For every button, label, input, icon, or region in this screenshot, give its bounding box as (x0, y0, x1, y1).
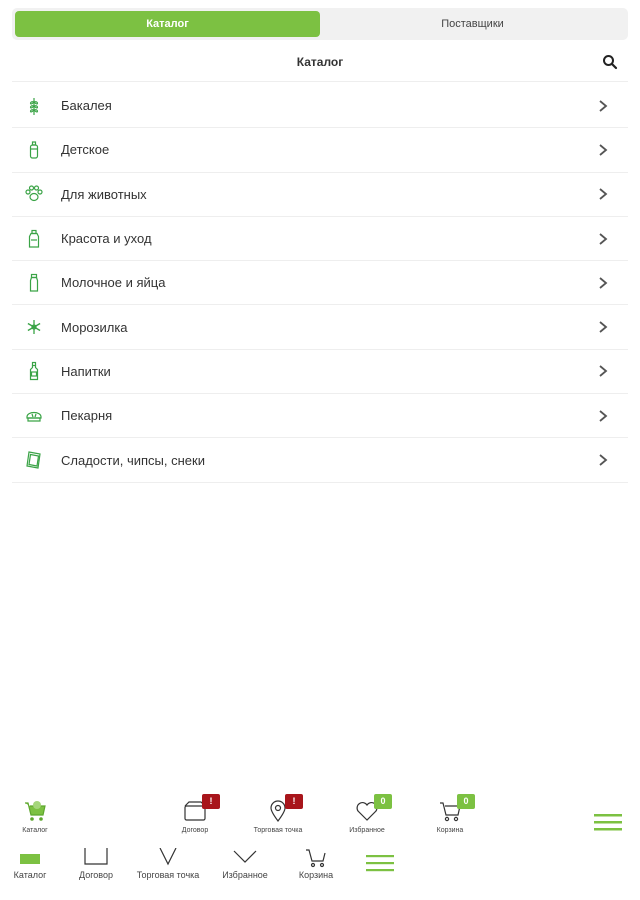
category-item-grocery[interactable]: Бакалея (12, 84, 628, 129)
ghost-nav-catalog[interactable]: Каталог (0, 848, 65, 880)
chevron-right-icon (599, 277, 608, 289)
category-item-freezer[interactable]: Морозилка (12, 305, 628, 350)
category-label: Бакалея (61, 98, 112, 114)
cart-icon: 0 (437, 794, 475, 824)
chevron-right-icon (599, 232, 608, 245)
category-label: Для животных (61, 186, 147, 202)
nav-label: Торговая точка (136, 870, 200, 880)
category-item-drinks[interactable]: Напитки (12, 350, 628, 395)
search-icon[interactable] (602, 54, 618, 70)
chevron-right-icon (599, 454, 608, 466)
nav-label: Каталог (22, 827, 48, 834)
hamburger-menu-icon[interactable] (594, 812, 622, 832)
contract-badge: ! (202, 794, 220, 809)
favorites-badge: 0 (374, 794, 392, 809)
category-label: Сладости, чипсы, снеки (61, 452, 205, 468)
category-label: Красота и уход (61, 231, 152, 247)
category-item-beauty[interactable]: Красота и уход (12, 217, 628, 262)
category-item-bakery[interactable]: Пекарня (12, 394, 628, 439)
cart-icon (304, 848, 328, 868)
nav-label: Корзина (298, 870, 334, 880)
category-item-dairy[interactable]: Молочное и яйца (12, 261, 628, 306)
category-label: Пекарня (61, 408, 113, 424)
milk-bottle-icon (24, 273, 44, 293)
segmented-control: Каталог Поставщики (12, 8, 628, 40)
nav-contract[interactable]: ! Договор (160, 790, 230, 846)
catalog-cart-icon (18, 848, 42, 868)
page-title: Каталог (296, 55, 344, 69)
nav-trade-point[interactable]: ! Торговая точка (243, 790, 313, 846)
contract-icon: ! (182, 794, 220, 824)
snack-pack-icon (24, 450, 44, 470)
secondary-navigation: Каталог Договор Торговая точка Избранное… (0, 848, 640, 900)
category-list: Бакалея Детское Для животных Красота и у… (12, 84, 628, 483)
nav-cart[interactable]: 0 Корзина (415, 790, 485, 846)
chevron-right-icon (599, 321, 608, 333)
chevron-right-icon (599, 365, 608, 378)
cosmetics-bottle-icon (24, 229, 44, 249)
drink-bottle-icon (24, 361, 44, 381)
nav-label: Каталог (13, 870, 47, 880)
catalog-cart-icon (22, 798, 48, 824)
bottom-navigation: Каталог ! Договор ! Торговая точка 0 Изб… (0, 790, 640, 846)
chevron-right-icon (599, 144, 608, 156)
hamburger-menu-icon[interactable] (366, 854, 394, 872)
nav-label: Корзина (436, 827, 464, 834)
category-item-sweets[interactable]: Сладости, чипсы, снеки (12, 438, 628, 483)
ghost-nav-cart[interactable]: Корзина (281, 848, 351, 880)
nav-favorites[interactable]: 0 Избранное (332, 790, 402, 846)
chevron-right-icon (599, 99, 608, 112)
category-item-pets[interactable]: Для животных (12, 173, 628, 217)
category-label: Морозилка (61, 319, 128, 335)
location-pin-icon: ! (265, 794, 303, 824)
catalog-header: Каталог (12, 42, 628, 82)
chevron-right-icon (599, 188, 608, 200)
location-pin-icon (156, 848, 180, 868)
tab-suppliers[interactable]: Поставщики (320, 11, 625, 37)
category-label: Детское (61, 142, 110, 158)
bread-icon (24, 406, 44, 426)
ghost-nav-trade-point[interactable]: Торговая точка (133, 848, 203, 880)
contract-icon (84, 848, 108, 868)
tab-catalog[interactable]: Каталог (15, 11, 320, 37)
chevron-right-icon (599, 410, 608, 422)
category-label: Напитки (61, 363, 111, 379)
heart-icon (233, 848, 257, 868)
nav-label: Торговая точка (253, 827, 303, 834)
ghost-nav-favorites[interactable]: Избранное (210, 848, 280, 880)
category-label: Молочное и яйца (61, 275, 166, 291)
wheat-icon (24, 96, 44, 116)
nav-label: Избранное (222, 870, 268, 880)
cart-badge: 0 (457, 794, 475, 809)
ghost-nav-contract[interactable]: Договор (61, 848, 131, 880)
nav-label: Договор (79, 870, 113, 880)
nav-label: Избранное (349, 827, 385, 834)
snowflake-icon (24, 317, 44, 337)
nav-label: Договор (181, 827, 209, 834)
category-item-kids[interactable]: Детское (12, 128, 628, 173)
baby-bottle-icon (24, 140, 44, 160)
trade-point-badge: ! (285, 794, 303, 809)
paw-icon (24, 184, 44, 204)
nav-catalog[interactable]: Каталог (0, 790, 70, 846)
heart-icon: 0 (354, 794, 392, 824)
